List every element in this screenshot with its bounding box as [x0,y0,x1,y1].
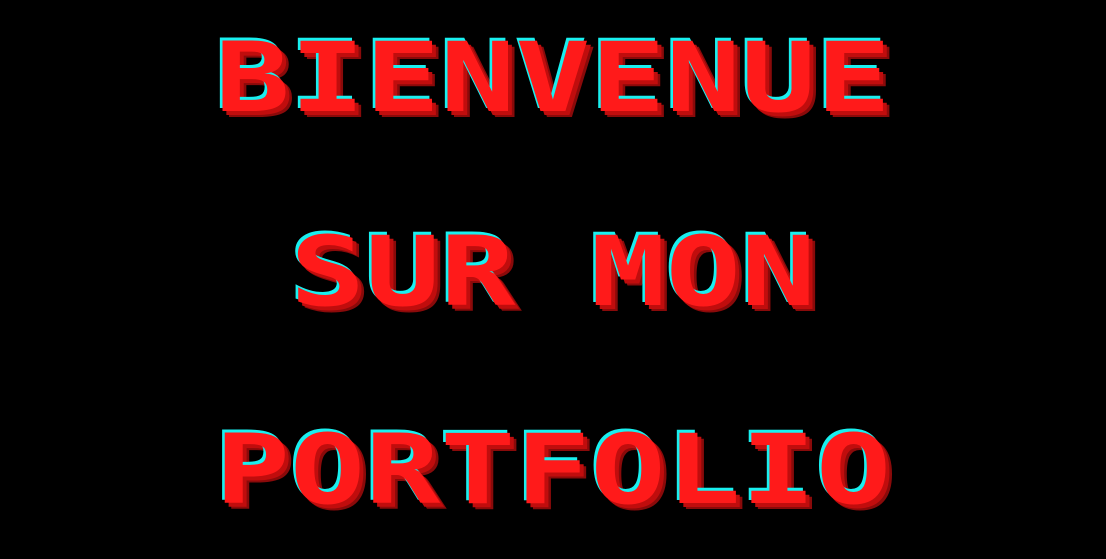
hero-title-line-1: BIENVENUE [214,22,892,134]
hero-title-line-3: PORTFOLIO [214,414,892,526]
welcome-hero: BIENVENUE SUR MON PORTFOLIO [0,0,1106,559]
hero-title-line-2: SUR MON [290,216,816,328]
